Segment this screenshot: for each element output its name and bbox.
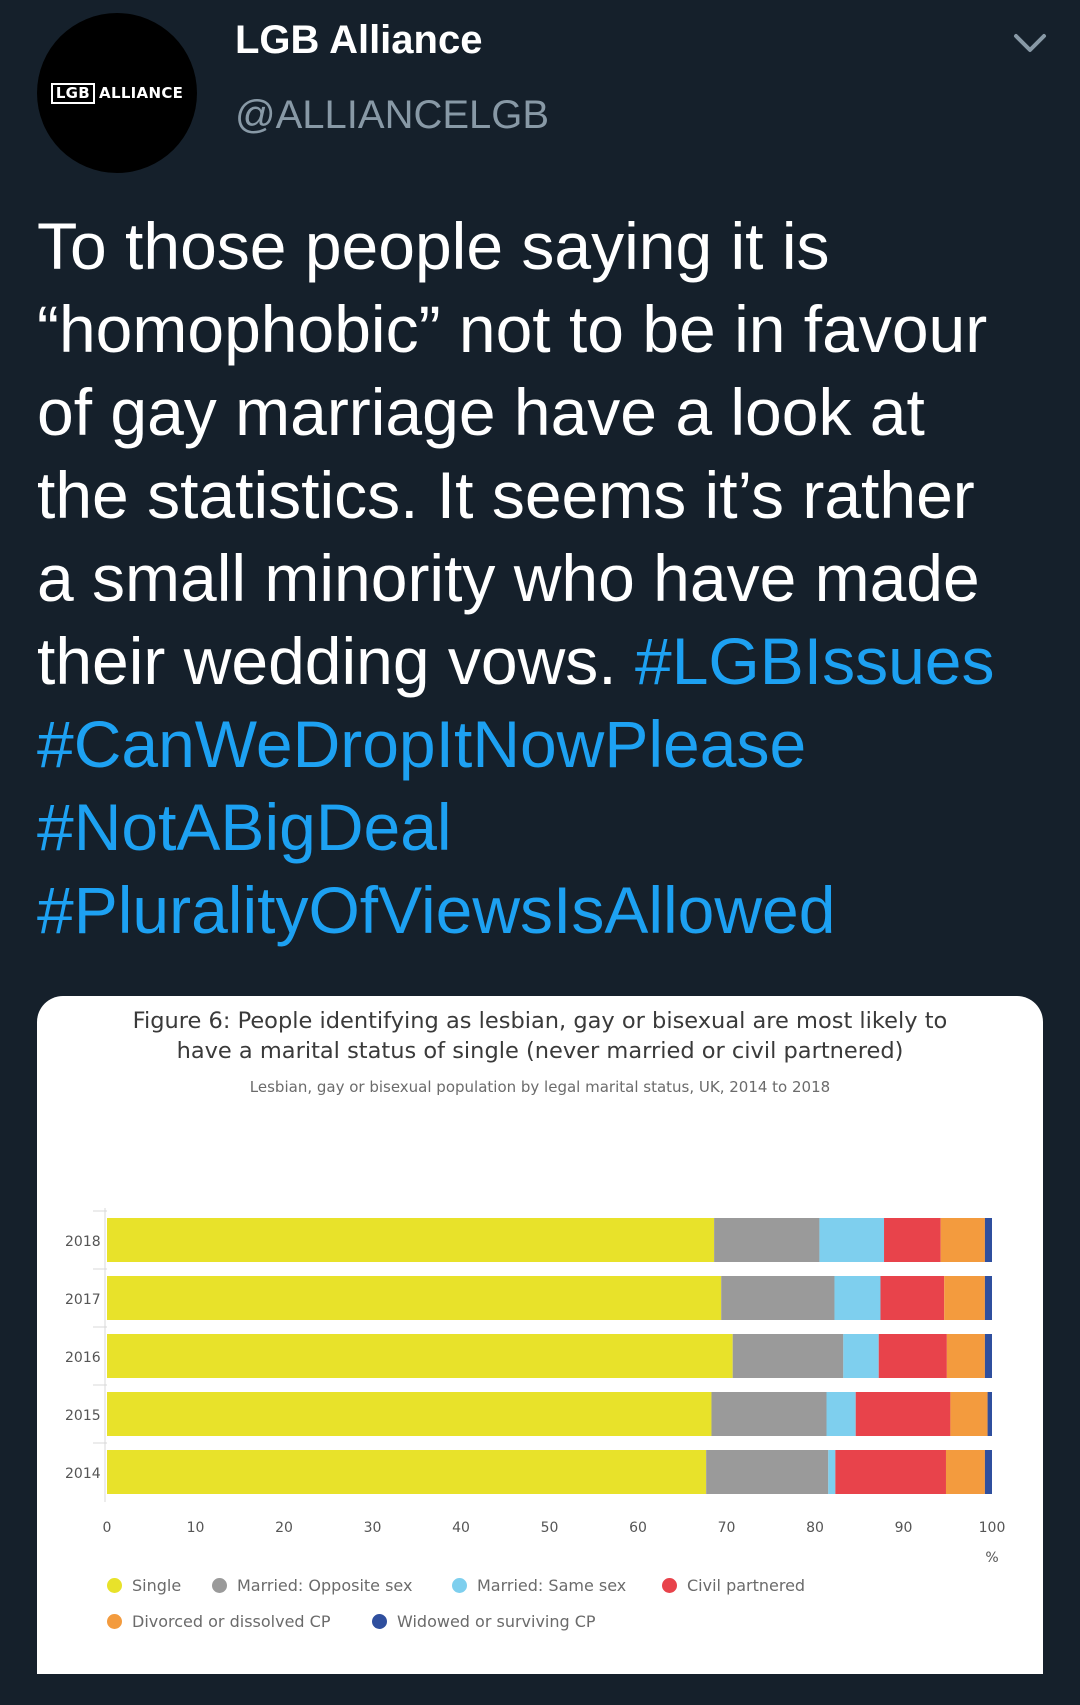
bar-segment xyxy=(843,1334,879,1378)
legend-item: Married: Same sex xyxy=(452,1576,626,1595)
bar-segment xyxy=(987,1392,992,1436)
tweet-header: LGB ALLIANCE LGB Alliance @ALLIANCELGB xyxy=(0,0,1080,175)
bar-segment xyxy=(107,1218,715,1262)
avatar-logo: LGB ALLIANCE xyxy=(50,82,184,104)
tweet-line: their wedding vows. xyxy=(37,624,617,698)
bottom-bar xyxy=(0,1674,1080,1705)
legend-swatch xyxy=(372,1614,387,1629)
legend-swatch xyxy=(107,1614,122,1629)
bar-segment xyxy=(878,1334,947,1378)
legend-swatch xyxy=(212,1578,227,1593)
tweet-text: To those people saying it is “homophobic”… xyxy=(37,205,1067,952)
x-tick-label: 10 xyxy=(187,1520,205,1536)
bar-segment xyxy=(946,1334,985,1378)
bar-segment xyxy=(107,1450,707,1494)
user-handle[interactable]: @ALLIANCELGB xyxy=(235,93,549,138)
x-tick-label: 90 xyxy=(895,1520,913,1536)
x-tick-label: 0 xyxy=(103,1520,112,1536)
legend-swatch xyxy=(452,1578,467,1593)
x-tick-label: 40 xyxy=(452,1520,470,1536)
y-tick-label: 2018 xyxy=(65,1234,101,1250)
tweet-line: the statistics. It seems it’s rather xyxy=(37,458,975,532)
chevron-down-icon[interactable] xyxy=(1010,30,1050,56)
bar-segment xyxy=(107,1276,722,1320)
hashtag-link[interactable]: #NotABigDeal xyxy=(37,790,452,864)
legend-label: Divorced or dissolved CP xyxy=(132,1612,331,1631)
x-tick-label: 100 xyxy=(979,1520,1006,1536)
legend-swatch xyxy=(107,1578,122,1593)
bar-segment xyxy=(107,1334,733,1378)
bar-segment xyxy=(706,1450,829,1494)
tweet-line: To those people saying it is xyxy=(37,209,830,283)
legend-swatch xyxy=(662,1578,677,1593)
bar-segment xyxy=(984,1276,992,1320)
bar-segment xyxy=(855,1392,951,1436)
y-tick-label: 2015 xyxy=(65,1408,101,1424)
avatar[interactable]: LGB ALLIANCE xyxy=(37,13,197,173)
stacked-bar-chart: 2018 2017 2016 2015 2014 0 10 20 30 40 50 60 70 80 90 1… xyxy=(65,1208,1006,1566)
y-tick-label: 2016 xyxy=(65,1350,101,1366)
logo-boxed-text: LGB xyxy=(50,82,96,104)
legend-item: Civil partnered xyxy=(662,1576,805,1595)
y-tick-label: 2014 xyxy=(65,1466,101,1482)
tweet-line: of gay marriage have a look at xyxy=(37,375,925,449)
media-image[interactable]: Figure 6: People identifying as lesbian,… xyxy=(37,996,1043,1674)
legend-item: Divorced or dissolved CP xyxy=(107,1612,330,1631)
bar-segment xyxy=(880,1276,945,1320)
bar-segment xyxy=(828,1450,836,1494)
tweet-line: “homophobic” not to be in favour xyxy=(37,292,988,366)
bar-segment xyxy=(884,1218,941,1262)
display-name[interactable]: LGB Alliance xyxy=(235,18,482,63)
x-tick-label: 50 xyxy=(541,1520,559,1536)
x-tick-label: 20 xyxy=(275,1520,293,1536)
x-tick-label: 80 xyxy=(806,1520,824,1536)
legend-label: Civil partnered xyxy=(687,1576,806,1595)
hashtag-link[interactable]: #CanWeDropItNowPlease xyxy=(37,707,806,781)
bar-segment xyxy=(826,1392,856,1436)
bar-segment xyxy=(834,1276,881,1320)
legend-item: Single xyxy=(107,1576,181,1595)
bar-segment xyxy=(984,1218,992,1262)
bar-segment xyxy=(944,1276,985,1320)
x-tick-label: 70 xyxy=(718,1520,736,1536)
x-tick-label: 60 xyxy=(629,1520,647,1536)
legend-item: Married: Opposite sex xyxy=(212,1576,412,1595)
legend-label: Single xyxy=(132,1576,182,1595)
bar-segment xyxy=(984,1450,992,1494)
bar-segment xyxy=(984,1334,992,1378)
hashtag-link[interactable]: #LGBIssues xyxy=(635,624,995,698)
y-tick-label: 2017 xyxy=(65,1292,101,1308)
bar-segment xyxy=(940,1218,985,1262)
bar-segment xyxy=(950,1392,988,1436)
bar-segment xyxy=(714,1218,820,1262)
legend-label: Widowed or surviving CP xyxy=(397,1612,596,1631)
tweet-line: a small minority who have made xyxy=(37,541,980,615)
bar-segment xyxy=(835,1450,946,1494)
hashtag-link[interactable]: #PluralityOfViewsIsAllowed xyxy=(37,873,835,947)
bar-segment xyxy=(819,1218,885,1262)
logo-text: ALLIANCE xyxy=(99,84,184,102)
x-unit-label: % xyxy=(985,1550,998,1566)
legend-item: Widowed or surviving CP xyxy=(372,1612,596,1631)
bar-segment xyxy=(711,1392,827,1436)
bar-segment xyxy=(721,1276,835,1320)
bar-segment xyxy=(732,1334,844,1378)
legend-label: Married: Same sex xyxy=(477,1576,627,1595)
bar-segment xyxy=(107,1392,712,1436)
legend-label: Married: Opposite sex xyxy=(237,1576,413,1595)
bar-segment xyxy=(945,1450,985,1494)
x-tick-label: 30 xyxy=(364,1520,382,1536)
